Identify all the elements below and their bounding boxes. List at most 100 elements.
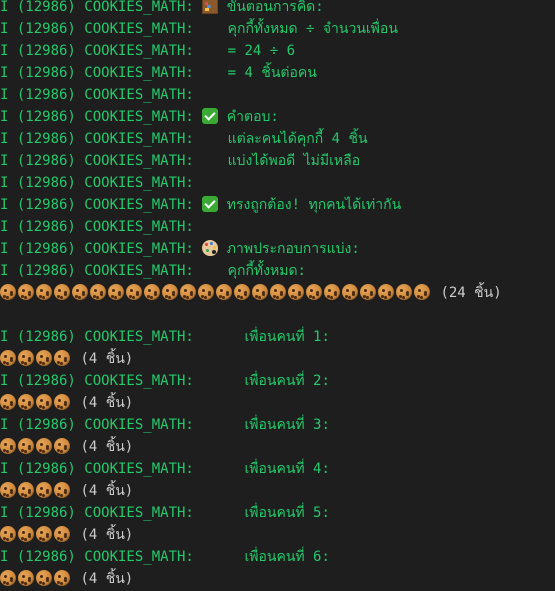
cookie-icon [306, 284, 322, 300]
cookie-icon [0, 482, 16, 498]
cookie-row: (4 ชิ้น) [0, 436, 555, 458]
log-line: I (12986) COOKIES_MATH: แบ่งได้พอดี ไม่ม… [0, 150, 555, 172]
log-prefix: I (12986) COOKIES_MATH: [0, 153, 194, 169]
cookie-icon [36, 438, 52, 454]
cookie-icon [54, 526, 70, 542]
log-prefix: I (12986) COOKIES_MATH: [0, 175, 194, 191]
log-message: ขั้นตอนการคิด: [226, 0, 324, 15]
cookie-icon [18, 284, 34, 300]
log-message: แต่ละคนได้คุกกี้ 4 ชิ้น [227, 131, 368, 147]
log-prefix: I (12986) COOKIES_MATH: [0, 329, 194, 345]
cookie-icon [0, 526, 16, 542]
log-line: I (12986) COOKIES_MATH: คำตอบ: [0, 106, 555, 128]
log-prefix: I (12986) COOKIES_MATH: [0, 109, 194, 125]
cookie-icon [54, 350, 70, 366]
cookie-icon [126, 284, 142, 300]
log-prefix: I (12986) COOKIES_MATH: [0, 417, 194, 433]
cookie-row: (4 ชิ้น) [0, 392, 555, 414]
cookie-icon [36, 350, 52, 366]
cookie-row: (4 ชิ้น) [0, 348, 555, 370]
cookie-row: (4 ชิ้น) [0, 568, 555, 590]
log-line: I (12986) COOKIES_MATH: เพื่อนคนที่ 4: [0, 458, 555, 480]
cookie-icon [234, 284, 250, 300]
log-message: คุกกี้ทั้งหมด: [227, 263, 306, 279]
log-message: เพื่อนคนที่ 2: [227, 373, 330, 389]
log-line: I (12986) COOKIES_MATH: คุกกี้ทั้งหมด: [0, 260, 555, 282]
cookie-icon [216, 284, 232, 300]
log-line: I (12986) COOKIES_MATH: เพื่อนคนที่ 2: [0, 370, 555, 392]
log-prefix: I (12986) COOKIES_MATH: [0, 263, 194, 279]
cookie-icon [54, 284, 70, 300]
cookie-row: (24 ชิ้น) [0, 282, 555, 304]
cookie-icon [162, 284, 178, 300]
check-icon [202, 196, 219, 212]
log-message: คำตอบ: [226, 109, 279, 125]
log-message: ทรงถูกต้อง! ทุกคนได้เท่ากัน [226, 197, 402, 213]
cookie-icon [378, 284, 394, 300]
log-message: แบ่งได้พอดี ไม่มีเหลือ [227, 153, 361, 169]
cookie-icon [144, 284, 160, 300]
cookie-icon [0, 284, 16, 300]
log-message: = 24 ÷ 6 [227, 43, 296, 59]
cookie-icon [54, 394, 70, 410]
cookie-icon [180, 284, 196, 300]
log-message: ภาพประกอบการแบ่ง: [226, 241, 360, 257]
log-line: I (12986) COOKIES_MATH: = 4 ชิ้นต่อคน [0, 62, 555, 84]
log-line: I (12986) COOKIES_MATH: [0, 216, 555, 238]
cookie-icon [396, 284, 412, 300]
cookie-row: (4 ชิ้น) [0, 480, 555, 502]
log-message: เพื่อนคนที่ 1: [227, 329, 330, 345]
cookie-icon [288, 284, 304, 300]
log-line: I (12986) COOKIES_MATH: แต่ละคนได้คุกกี้… [0, 128, 555, 150]
log-prefix: I (12986) COOKIES_MATH: [0, 131, 194, 147]
cookie-icon [108, 284, 124, 300]
log-message: เพื่อนคนที่ 6: [227, 549, 330, 565]
cookie-icon [324, 284, 340, 300]
cookie-icon [36, 570, 52, 586]
log-prefix: I (12986) COOKIES_MATH: [0, 505, 194, 521]
cookie-icon [54, 438, 70, 454]
cookie-icon [198, 284, 214, 300]
cookie-count-label: (4 ชิ้น) [80, 571, 134, 587]
cookie-icon [36, 482, 52, 498]
log-message: เพื่อนคนที่ 3: [227, 417, 330, 433]
cookie-icon [18, 394, 34, 410]
log-line: I (12986) COOKIES_MATH: ทรงถูกต้อง! ทุกค… [0, 194, 555, 216]
cookie-icon [72, 284, 88, 300]
cookie-icon [18, 350, 34, 366]
cookie-icon [36, 526, 52, 542]
cookie-icon [342, 284, 358, 300]
log-line: I (12986) COOKIES_MATH: ขั้นตอนการคิด: [0, 0, 555, 18]
cookie-icon [252, 284, 268, 300]
cookie-icon [0, 394, 16, 410]
log-prefix: I (12986) COOKIES_MATH: [0, 461, 194, 477]
palette-icon [202, 240, 219, 256]
cookie-icon [414, 284, 430, 300]
cookie-icon [18, 570, 34, 586]
log-line: I (12986) COOKIES_MATH: [0, 84, 555, 106]
cookie-icon [36, 284, 52, 300]
cookie-icon [0, 438, 16, 454]
cookie-icon [270, 284, 286, 300]
log-line: I (12986) COOKIES_MATH: เพื่อนคนที่ 3: [0, 414, 555, 436]
cookie-icon [18, 526, 34, 542]
cookie-count-label: (4 ชิ้น) [80, 483, 134, 499]
log-prefix: I (12986) COOKIES_MATH: [0, 241, 194, 257]
log-prefix: I (12986) COOKIES_MATH: [0, 43, 194, 59]
log-line: I (12986) COOKIES_MATH: เพื่อนคนที่ 1: [0, 326, 555, 348]
log-prefix: I (12986) COOKIES_MATH: [0, 0, 194, 15]
cookie-row: (4 ชิ้น) [0, 524, 555, 546]
log-prefix: I (12986) COOKIES_MATH: [0, 549, 194, 565]
terminal-output: I (12986) COOKIES_MATH: ขั้นตอนการคิด: I … [0, 0, 555, 590]
cookie-count-label: (4 ชิ้น) [80, 351, 134, 367]
cookie-icon [90, 284, 106, 300]
log-message: เพื่อนคนที่ 4: [227, 461, 330, 477]
log-prefix: I (12986) COOKIES_MATH: [0, 197, 194, 213]
log-line: I (12986) COOKIES_MATH: = 24 ÷ 6 [0, 40, 555, 62]
log-line: I (12986) COOKIES_MATH: ภาพประกอบการแบ่ง… [0, 238, 555, 260]
cookie-icon [360, 284, 376, 300]
log-message: คุกกี้ทั้งหมด ÷ จำนวนเพื่อน [227, 21, 398, 37]
abacus-icon [202, 0, 219, 14]
log-line: I (12986) COOKIES_MATH: เพื่อนคนที่ 5: [0, 502, 555, 524]
cookie-icon [0, 350, 16, 366]
